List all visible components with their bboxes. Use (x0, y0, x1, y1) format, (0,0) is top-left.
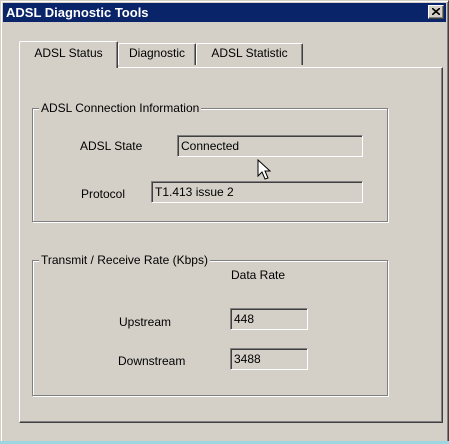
protocol-label: Protocol (81, 187, 126, 201)
group-title: Transmit / Receive Rate (Kbps) (39, 253, 210, 267)
upstream-field: 448 (230, 308, 308, 330)
adsl-status-panel: ADSL Connection Information ADSL State C… (19, 67, 443, 423)
protocol-field: T1.413 issue 2 (151, 181, 363, 203)
tab-label: ADSL Statistic (211, 46, 288, 60)
adsl-state-field: Connected (177, 135, 363, 157)
downstream-label: Downstream (118, 354, 186, 368)
dialog-window: ADSL Diagnostic Tools ADSL Status Diagno… (0, 0, 449, 444)
tab-label: Diagnostic (128, 46, 186, 60)
tab-adsl-statistic[interactable]: ADSL Statistic (196, 43, 303, 65)
connection-info-group: ADSL Connection Information (32, 101, 388, 222)
transmit-receive-group: Transmit / Receive Rate (Kbps) (32, 253, 388, 396)
tab-diagnostic[interactable]: Diagnostic (118, 43, 196, 65)
tab-label: ADSL Status (34, 46, 103, 60)
window-title: ADSL Diagnostic Tools (6, 5, 149, 20)
data-rate-header: Data Rate (231, 268, 286, 282)
close-x-icon (432, 8, 440, 15)
tab-adsl-status[interactable]: ADSL Status (19, 41, 118, 68)
close-button[interactable] (428, 5, 444, 19)
adsl-state-label: ADSL State (80, 139, 143, 153)
upstream-label: Upstream (119, 315, 172, 329)
downstream-field: 3488 (230, 348, 308, 370)
title-bar[interactable]: ADSL Diagnostic Tools (3, 3, 446, 22)
arrow-cursor-icon (257, 159, 271, 180)
group-title: ADSL Connection Information (39, 101, 202, 115)
